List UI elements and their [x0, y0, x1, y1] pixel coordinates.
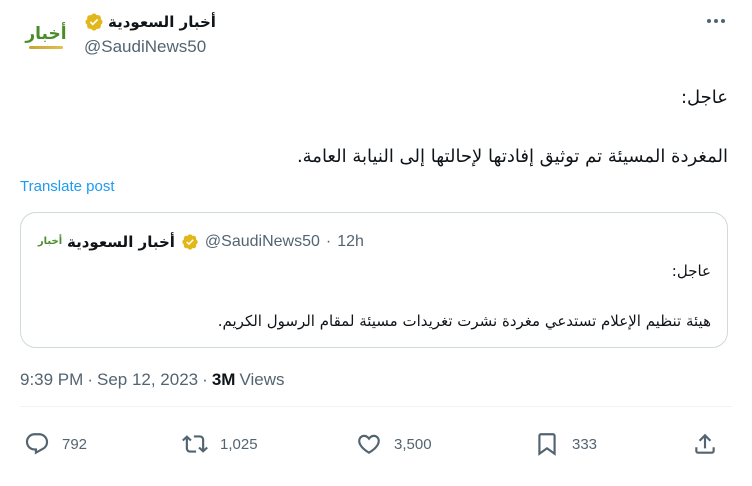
tweet-time[interactable]: 9:39 PM	[20, 370, 83, 390]
tweet-date[interactable]: Sep 12, 2023	[97, 370, 198, 390]
meta-separator-2: ·	[202, 370, 208, 389]
meta-separator: ·	[87, 370, 93, 389]
tweet-text-line-1: عاجل:	[680, 87, 728, 108]
verified-badge-icon	[85, 13, 103, 31]
quoted-avatar-text: أخبار	[37, 236, 63, 247]
quoted-verified-badge-icon	[182, 234, 198, 250]
divider	[20, 406, 732, 407]
quoted-tweet[interactable]: أخبار أخبار السعودية @SaudiNews50 · 12h …	[20, 212, 728, 348]
repost-count: 1,025	[220, 435, 258, 453]
quoted-avatar: أخبار	[37, 231, 63, 253]
quoted-separator: ·	[325, 233, 332, 250]
like-button[interactable]: 3,500	[356, 426, 432, 462]
repost-button[interactable]: 1,025	[182, 426, 258, 462]
handle[interactable]: @SaudiNews50	[84, 37, 216, 57]
action-bar: 792 1,025 3,500 333	[20, 426, 732, 462]
quoted-display-name: أخبار السعودية	[67, 233, 175, 251]
display-name[interactable]: أخبار السعودية	[108, 13, 216, 31]
share-icon	[695, 433, 715, 454]
avatar-logo-underline	[29, 45, 63, 49]
repost-icon	[182, 435, 208, 453]
more-options-icon[interactable]	[706, 14, 726, 28]
reply-icon	[25, 433, 49, 455]
quoted-time: 12h	[337, 233, 364, 250]
views-label: Views	[239, 370, 285, 389]
tweet-text-line-2: المغردة المسيئة تم توثيق إفادتها لإحالته…	[296, 146, 728, 167]
tweet-meta: 9:39 PM · Sep 12, 2023 · 3M Views	[20, 370, 284, 390]
quoted-handle: @SaudiNews50	[204, 233, 320, 250]
avatar-logo-text: أخبار	[25, 23, 67, 44]
reply-count: 792	[62, 435, 88, 453]
share-button[interactable]	[692, 426, 718, 462]
translate-post-link[interactable]: Translate post	[20, 178, 115, 195]
avatar[interactable]: أخبار	[20, 11, 72, 63]
bookmark-count: 333	[572, 435, 598, 453]
quoted-text-line-1: عاجل:	[671, 262, 711, 280]
name-row[interactable]: أخبار السعودية	[84, 11, 216, 33]
avatar-logo: أخبار	[23, 14, 69, 60]
user-info: أخبار السعودية @SaudiNews50	[84, 11, 216, 57]
quoted-text-line-2: هيئة تنظيم الإعلام تستدعي مغردة نشرت تغر…	[217, 312, 711, 330]
views-count: 3M	[211, 370, 236, 389]
quoted-tweet-header: أخبار أخبار السعودية @SaudiNews50 · 12h	[37, 231, 364, 253]
reply-button[interactable]: 792	[24, 426, 87, 462]
bookmark-button[interactable]: 333	[534, 426, 597, 462]
bookmark-icon	[538, 433, 556, 456]
heart-icon	[358, 434, 380, 454]
like-count: 3,500	[394, 435, 432, 453]
